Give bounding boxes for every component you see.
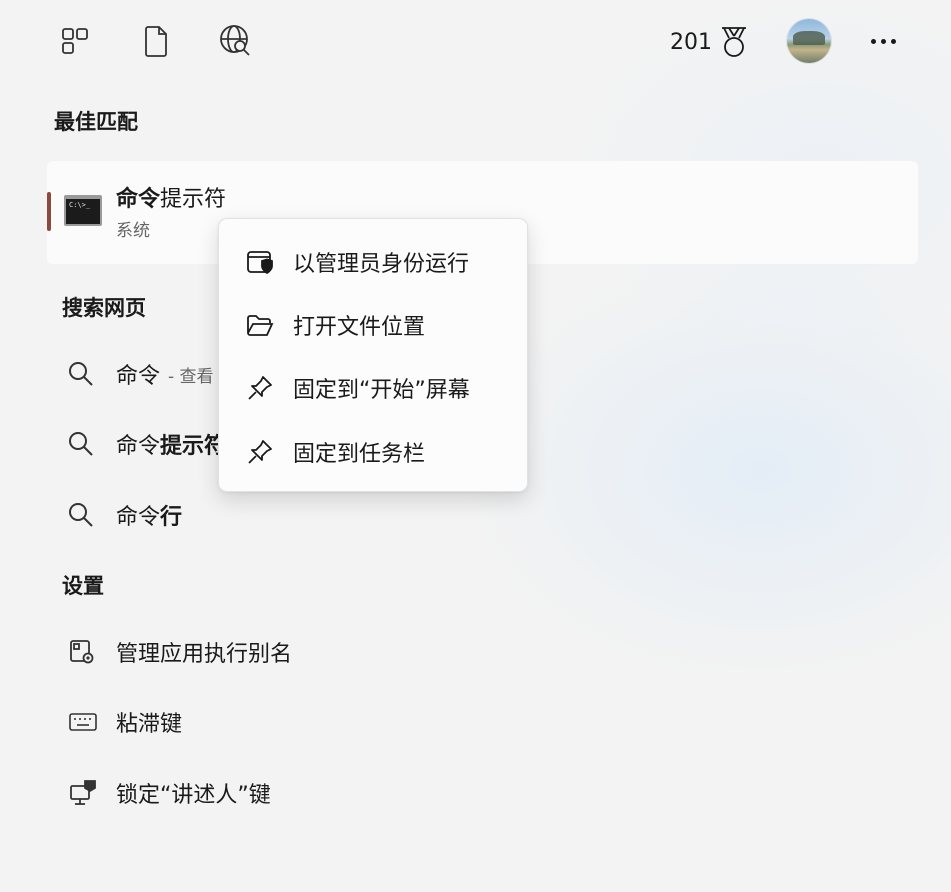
search-icon xyxy=(60,354,100,394)
settings-item-label: 锁定“讲述人”键 xyxy=(116,783,271,808)
keyboard-icon xyxy=(60,702,100,742)
menu-item-label: 固定到任务栏 xyxy=(293,442,426,467)
rewards-medal-icon xyxy=(718,25,750,59)
web-search-query: 命令 xyxy=(116,505,161,530)
menu-item-open-location[interactable]: 打开文件位置 xyxy=(219,297,529,353)
folder-open-icon xyxy=(245,310,275,340)
web-search-query: 命令 xyxy=(116,364,161,389)
menu-item-label: 固定到“开始”屏幕 xyxy=(293,378,470,403)
avatar[interactable] xyxy=(787,19,831,63)
app-alias-settings-icon xyxy=(60,632,100,672)
web-search-item[interactable]: 命令 - 查看 xyxy=(60,352,214,396)
top-bar: 201 xyxy=(0,0,951,84)
settings-item-label: 管理应用执行别名 xyxy=(116,642,293,667)
context-menu: 以管理员身份运行 打开文件位置 固定到“开始”屏幕 固定到任务栏 xyxy=(218,218,528,492)
menu-item-pin-start[interactable]: 固定到“开始”屏幕 xyxy=(219,360,529,416)
web-search-item[interactable]: 命令 提示符 xyxy=(60,422,226,466)
web-search-heading: 搜索网页 xyxy=(62,296,146,320)
best-match-title: 命令提示符 xyxy=(116,181,226,213)
selection-accent xyxy=(47,192,51,231)
search-results-panel: 201 最佳匹配 C:\>_ 命令提示符 系统 搜索网页 命令 - 查看 命令 … xyxy=(0,0,951,892)
best-match-title-bold: 命令 xyxy=(116,187,161,212)
web-search-query: 命令 xyxy=(116,434,161,459)
best-match-subtitle: 系统 xyxy=(116,221,150,241)
search-icon xyxy=(60,495,100,535)
web-search-icon[interactable] xyxy=(218,22,254,60)
settings-item[interactable]: 管理应用执行别名 xyxy=(60,630,292,674)
settings-item-label: 粘滞键 xyxy=(116,712,183,737)
settings-heading: 设置 xyxy=(62,574,104,598)
menu-item-label: 打开文件位置 xyxy=(293,315,426,340)
document-icon[interactable] xyxy=(138,22,174,60)
points-value: 201 xyxy=(670,29,712,55)
web-search-item[interactable]: 命令行 xyxy=(60,493,182,537)
web-search-query-bold: 提示符 xyxy=(160,434,227,459)
best-match-title-rest: 提示符 xyxy=(160,187,227,212)
menu-item-label: 以管理员身份运行 xyxy=(293,252,470,277)
narrator-lock-icon xyxy=(60,773,100,813)
rewards-points[interactable]: 201 xyxy=(670,22,750,62)
search-icon xyxy=(60,424,100,464)
pin-icon xyxy=(245,373,275,403)
web-search-hint: - 查看 xyxy=(168,366,214,387)
best-match-heading: 最佳匹配 xyxy=(54,110,138,134)
settings-item[interactable]: 粘滞键 xyxy=(60,700,182,744)
layout-icon[interactable] xyxy=(57,22,93,60)
run-as-admin-icon xyxy=(245,247,275,277)
settings-item[interactable]: 锁定“讲述人”键 xyxy=(60,771,271,815)
menu-item-run-as-admin[interactable]: 以管理员身份运行 xyxy=(219,234,529,290)
pin-icon xyxy=(245,437,275,467)
command-prompt-icon: C:\>_ xyxy=(64,195,102,226)
more-icon[interactable] xyxy=(862,22,904,60)
menu-item-pin-taskbar[interactable]: 固定到任务栏 xyxy=(219,424,529,480)
web-search-query-bold: 行 xyxy=(160,505,183,530)
